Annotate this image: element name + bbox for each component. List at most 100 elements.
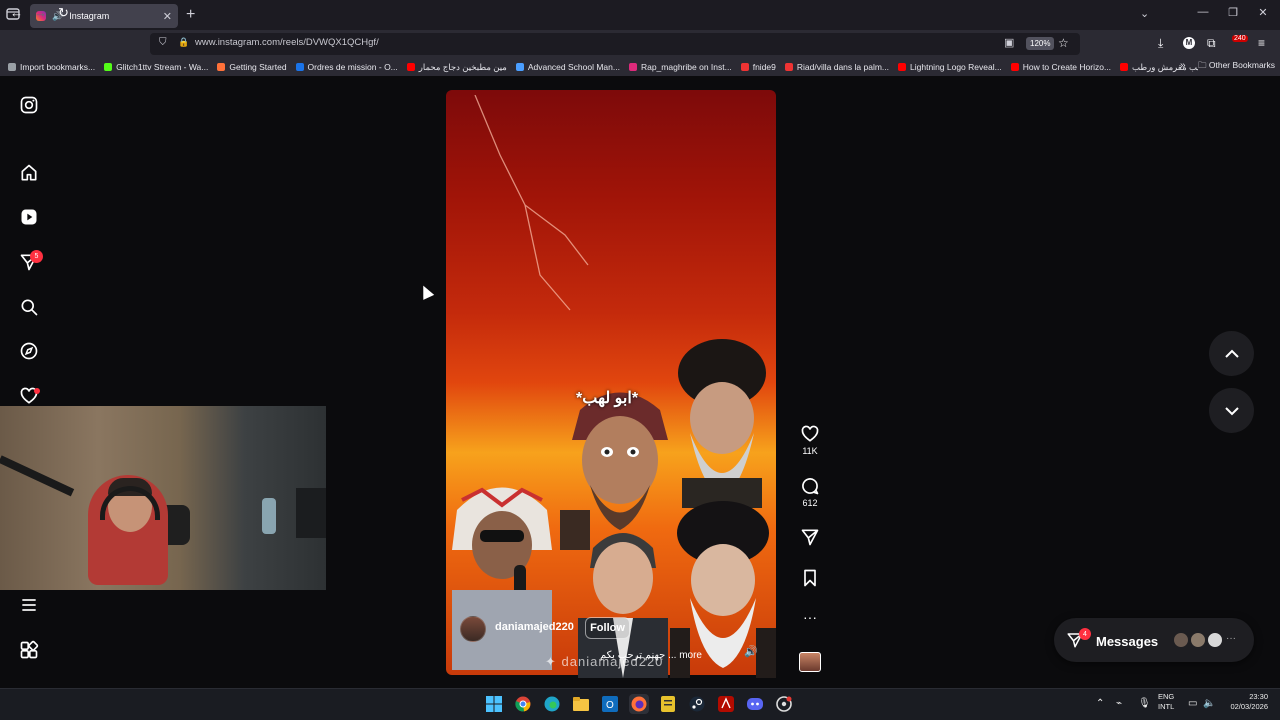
bookmark-icon [515,63,524,71]
reader-view-icon[interactable]: ▣ [1004,36,1014,49]
share-button[interactable] [798,527,822,549]
outlook-icon[interactable]: O [600,694,620,714]
audio-thumbnail[interactable] [799,652,821,672]
forward-icon[interactable]: → [34,5,47,20]
keyboard-layout: INTL [1158,702,1175,711]
acrobat-icon[interactable] [716,694,736,714]
bookmark-item[interactable]: Lightning Logo Reveal... [898,62,1002,72]
clock-time: 23:30 [1249,692,1268,701]
obs-icon[interactable] [774,694,794,714]
steam-icon[interactable] [687,694,707,714]
tab-instagram[interactable]: 🔊 Instagram ✕ [30,4,178,28]
restore-icon[interactable]: ❐ [1223,6,1243,19]
bookmarks-overflow-icon[interactable]: » [1180,60,1186,71]
tab-close-icon[interactable]: ✕ [163,10,172,23]
save-button[interactable] [798,568,822,590]
like-count: 11K [802,446,818,456]
bookmark-item[interactable]: مين مطبخين دجاج محمار [406,62,507,73]
firefox-icon[interactable] [629,694,649,714]
tray-overflow-icon[interactable]: ⌃ [1096,698,1104,709]
messages-label: Messages [1096,634,1159,649]
bookmark-star-icon[interactable]: ☆ [1058,36,1069,50]
bookmark-item[interactable]: Riad/villa dans la palm... [784,62,889,72]
back-icon[interactable]: ← [10,5,23,20]
like-button[interactable]: 11K [798,424,822,456]
discord-icon[interactable] [745,694,765,714]
instagram-logo-icon[interactable] [18,94,40,116]
more-options-icon[interactable]: ··· [798,609,822,625]
comment-button[interactable]: 612 [798,476,822,508]
heart-icon [801,425,819,442]
display-icon[interactable]: ▭ [1188,698,1197,709]
minimize-icon[interactable]: — [1193,6,1213,18]
message-avatar [1206,631,1224,649]
bookmark-item[interactable]: Getting Started [217,62,287,72]
clock[interactable]: 23:30 02/03/2026 [1222,692,1268,712]
author-avatar[interactable] [460,616,486,642]
microphone-icon[interactable]: 🎙 [1138,698,1151,709]
bookmarks-bar: Import bookmarks... Glitch1ttv Stream - … [0,58,1280,76]
bookmark-item[interactable]: Import bookmarks... [8,62,95,72]
bookmark-label: Glitch1ttv Stream - Wa... [116,62,209,72]
bookmark-item[interactable]: fnide9 [740,62,776,72]
bookmark-item[interactable]: Glitch1ttv Stream - Wa... [104,62,208,72]
next-reel-button[interactable] [1209,388,1254,433]
account-icon[interactable]: M [1183,37,1195,49]
webcam-monitor [296,488,326,538]
bookmark-icon [217,63,226,71]
network-muted-icon[interactable]: ⌁ [1116,698,1122,709]
file-explorer-icon[interactable] [571,694,591,714]
bookmark-icon [1120,63,1129,71]
bookmark-item[interactable]: Ordres de mission - O... [295,62,398,72]
comment-count: 612 [802,498,818,508]
list-all-tabs-icon[interactable]: ⌄ [1140,7,1149,20]
more-menu-icon[interactable] [18,594,40,616]
bookmark-item[interactable]: Advanced School Man... [515,62,620,72]
menu-icon[interactable]: ≡ [1258,36,1265,50]
message-avatar [1189,631,1207,649]
volume-icon[interactable]: 🔈 [1203,698,1215,709]
lock-icon[interactable]: 🔒 [178,37,189,48]
home-icon[interactable] [18,162,40,184]
bookmark-item[interactable]: Rap_maghribe on Inst... [628,62,732,72]
bookmark-item[interactable]: How to Create Horizo... [1010,62,1111,72]
mute-toggle-icon[interactable]: 🔊 [744,645,758,658]
bookmark-label: Getting Started [229,62,287,72]
also-from-meta-icon[interactable] [18,639,40,661]
zoom-level[interactable]: 120% [1026,37,1055,50]
bookmark-icon [1010,63,1019,71]
windows-start-icon[interactable] [484,694,504,714]
previous-reel-button[interactable] [1209,331,1254,376]
reload-icon[interactable]: ↻ [58,5,69,21]
messages-badge: 4 [1079,628,1091,640]
bookmark-icon [740,63,749,71]
notes-app-icon[interactable] [658,694,678,714]
bookmark-icon [8,63,16,71]
extensions-icon[interactable]: ⧉ [1207,36,1216,51]
more-messages-icon: ··· [1226,633,1236,644]
notification-dot [34,388,40,394]
downloads-icon[interactable]: ⤓ [1158,36,1163,51]
lightning-graphic [474,95,589,311]
url-text[interactable]: www.instagram.com/reels/DVWQX1QCHgf/ [195,37,379,48]
bookmark-icon [784,63,793,71]
svg-text:O: O [606,700,614,711]
extension-badge[interactable]: 240 [1232,35,1248,42]
explore-icon[interactable] [18,340,40,362]
bookmark-label: fnide9 [752,62,776,72]
language-indicator[interactable]: ENG INTL [1158,692,1174,712]
author-username[interactable]: daniamajed220 [495,621,574,633]
reel-description[interactable]: جهنم ترحب بكم ... more [600,650,702,661]
edge-icon[interactable] [542,694,562,714]
close-window-icon[interactable]: ✕ [1253,6,1273,19]
share-icon [801,529,819,546]
chrome-icon[interactable] [513,694,533,714]
new-tab-icon[interactable]: + [186,6,195,24]
reels-icon[interactable] [18,206,40,228]
search-icon[interactable] [18,296,40,318]
follow-button[interactable]: Follow [585,617,630,639]
bookmark-icon [104,63,113,71]
clock-date: 02/03/2026 [1230,702,1268,711]
tracking-protection-icon[interactable]: ⛉ [159,37,167,48]
other-bookmarks[interactable]: 🗀 Other Bookmarks [1198,60,1276,74]
